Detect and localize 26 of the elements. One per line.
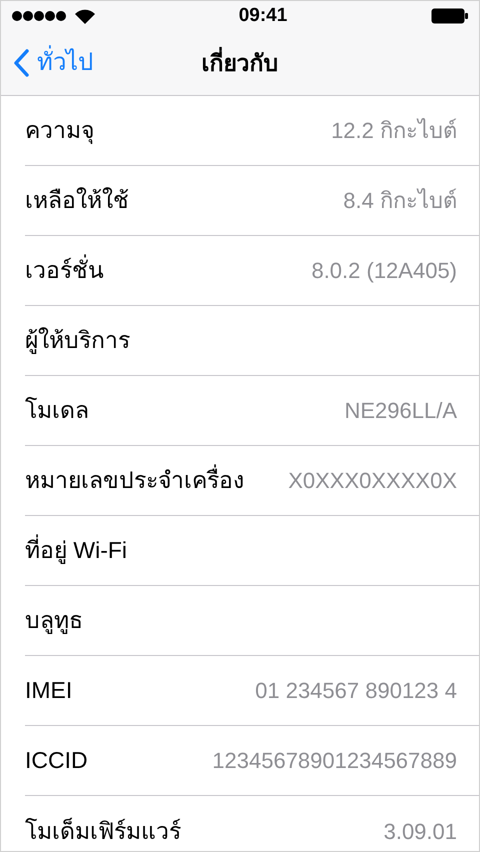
back-chevron-icon [13, 49, 29, 77]
row-label: IMEI [25, 676, 72, 706]
row-value: X0XXX0XXXX0X [288, 467, 457, 495]
back-button[interactable]: ทั่วไป [13, 45, 93, 81]
page-title: เกี่ยวกับ [202, 46, 278, 80]
row-value: NE296LL/A [344, 397, 457, 425]
row-label: เหลือให้ใช้ [25, 186, 129, 216]
row-label: บลูทูธ [25, 606, 83, 636]
row-value: 8.0.2 (12A405) [311, 257, 457, 285]
battery-icon [430, 8, 469, 24]
row-label: โมเด็มเฟิร์มแวร์ [25, 816, 181, 846]
row-label: ที่อยู่ Wi-Fi [25, 533, 128, 568]
row-label: เวอร์ชั่น [25, 253, 104, 288]
row-value: 12.2 กิกะไบต์ [331, 117, 457, 145]
signal-icon [11, 10, 69, 22]
row-label: หมายเลขประจำเครื่อง [25, 463, 244, 498]
row-label: ICCID [25, 746, 88, 776]
status-time: 09:41 [238, 4, 288, 28]
row-value: 12345678901234567889 [212, 747, 457, 775]
row-value: 8.4 กิกะไบต์ [343, 187, 457, 215]
row-value: 01 234567 890123 4 [255, 677, 457, 705]
row-label: โมเดล [25, 396, 89, 426]
row-label: ผู้ให้บริการ [25, 326, 130, 356]
row-label: ความจุ [25, 116, 94, 146]
row-value: 3.09.01 [384, 818, 457, 846]
wifi-icon [75, 8, 95, 24]
